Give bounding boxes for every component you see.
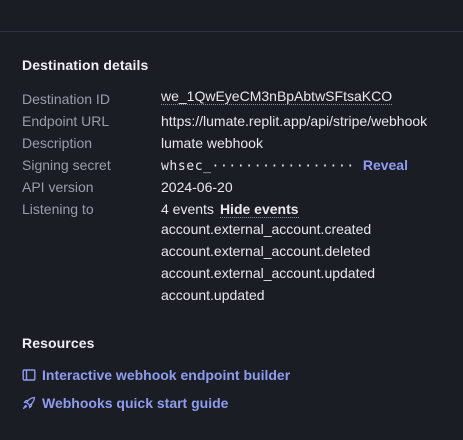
api-version-value: 2024-06-20 xyxy=(161,179,233,195)
webhook-endpoint-builder-link[interactable]: Interactive webhook endpoint builder xyxy=(22,364,290,386)
signing-secret-label: Signing secret xyxy=(22,157,111,173)
signing-secret-value: whsec_················· xyxy=(161,159,355,174)
api-version-row: API version 2024-06-20 xyxy=(22,176,463,198)
listening-to-row: Listening to 4 events Hide events xyxy=(22,198,463,220)
event-item: account.updated xyxy=(161,287,265,303)
api-version-label: API version xyxy=(22,179,94,195)
webhooks-quick-start-link[interactable]: Webhooks quick start guide xyxy=(22,392,228,414)
endpoint-url-row: Endpoint URL https://lumate.replit.app/a… xyxy=(22,110,463,132)
destination-details-heading: Destination details xyxy=(22,57,149,73)
listening-to-group: 4 events Hide events xyxy=(161,198,299,220)
reveal-secret-button[interactable]: Reveal xyxy=(363,157,408,173)
description-row: Description lumate webhook xyxy=(22,132,463,154)
event-item: account.external_account.created xyxy=(161,221,372,237)
events-count: 4 events xyxy=(161,201,214,217)
description-label: Description xyxy=(22,135,93,151)
destination-id-row: Destination ID we_1QwEyeCM3nBpAbtwSFtsaK… xyxy=(22,88,463,110)
book-icon xyxy=(22,369,36,381)
endpoint-url-label: Endpoint URL xyxy=(22,113,110,129)
signing-secret-row: Signing secret whsec_················· Re… xyxy=(22,154,463,176)
listening-to-label: Listening to xyxy=(22,201,94,217)
webhooks-quick-start-label: Webhooks quick start guide xyxy=(42,395,229,411)
event-item: account.external_account.updated xyxy=(161,265,376,281)
resources-heading: Resources xyxy=(22,335,95,351)
description-value: lumate webhook xyxy=(161,135,263,151)
destination-id-value[interactable]: we_1QwEyeCM3nBpAbtwSFtsaKCO xyxy=(161,88,393,105)
webhook-endpoint-builder-label: Interactive webhook endpoint builder xyxy=(42,367,291,383)
hide-events-button[interactable]: Hide events xyxy=(219,201,299,218)
destination-id-label: Destination ID xyxy=(22,91,110,107)
signing-secret-group: whsec_················· Reveal xyxy=(161,154,408,178)
rocket-icon xyxy=(22,396,36,410)
top-divider xyxy=(0,31,463,32)
event-item: account.external_account.deleted xyxy=(161,243,371,259)
endpoint-url-value: https://lumate.replit.app/api/stripe/web… xyxy=(161,113,428,129)
